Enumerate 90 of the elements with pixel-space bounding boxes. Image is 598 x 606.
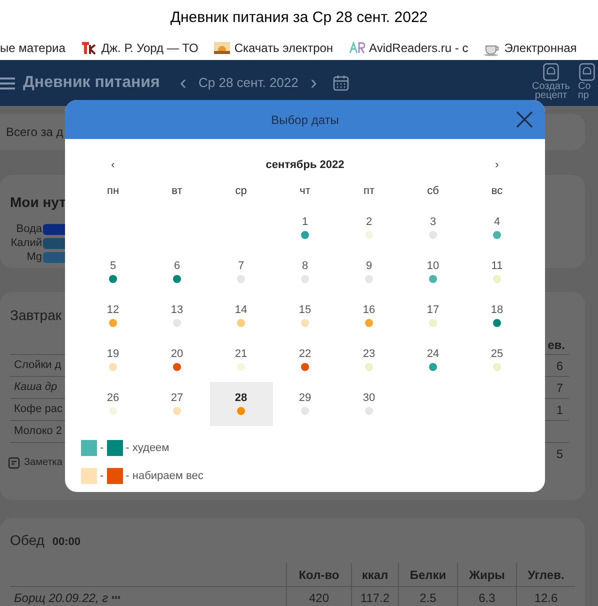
calendar-day[interactable]: 30 <box>338 382 400 426</box>
summary-label: Всего за д <box>6 124 64 141</box>
calendar-day[interactable]: 9 <box>338 250 400 294</box>
column-header: Жиры <box>457 563 516 587</box>
calendar-day[interactable]: 14 <box>210 294 272 338</box>
calendar-day[interactable]: 24 <box>402 338 464 382</box>
table-cell-text: 6 <box>556 358 564 374</box>
calendar-day[interactable]: 21 <box>210 338 272 382</box>
table-cell: 420 <box>286 587 351 606</box>
calendar-day[interactable]: 4 <box>466 206 528 250</box>
column-header: Белки <box>398 563 457 587</box>
table-cell: 6.3 <box>457 587 516 606</box>
calendar-day[interactable]: 25 <box>466 338 528 382</box>
meal-title: Завтрак <box>9 306 62 325</box>
legend-dash: - <box>100 440 104 456</box>
calendar-day[interactable]: 15 <box>274 294 336 338</box>
calendar-day[interactable]: 29 <box>274 382 336 426</box>
app-title: Дневник питания <box>23 73 160 93</box>
weekday-label: пн <box>106 184 120 199</box>
create-button[interactable]: Создать рецепт <box>528 63 574 100</box>
calendar-day[interactable]: 22 <box>274 338 336 382</box>
column-header: Кол-во <box>286 563 351 587</box>
nutrient-label: Вода <box>16 222 42 237</box>
bookmark-icon <box>349 40 366 56</box>
calendar-day[interactable]: 2 <box>338 206 400 250</box>
bookmark-link[interactable]: Электронная <box>504 39 577 57</box>
nutrient-label: Mg <box>26 250 42 265</box>
column-header: Углев. <box>516 563 575 587</box>
previous-day-button[interactable]: ‹ <box>180 73 186 93</box>
calendar-day[interactable]: 7 <box>210 250 272 294</box>
more-icon[interactable] <box>112 596 120 599</box>
chef-hat-icon <box>578 63 596 81</box>
calendar-day[interactable]: 27 <box>146 382 208 426</box>
next-month-button[interactable]: › <box>495 157 499 174</box>
weekday-label: вс <box>491 184 503 199</box>
menu-icon[interactable] <box>0 76 15 90</box>
calendar-day[interactable]: 11 <box>466 250 528 294</box>
calendar-day[interactable]: 1 <box>274 206 336 250</box>
bookmark-link[interactable]: ые материа <box>0 39 66 57</box>
table-cell: 117.2 <box>351 587 398 606</box>
calendar-day[interactable]: 26 <box>82 382 144 426</box>
note-icon <box>8 456 20 468</box>
bookmark-link[interactable]: Дж. Р. Уорд — ТО <box>101 39 198 57</box>
calendar-day[interactable]: 17 <box>402 294 464 338</box>
create-button[interactable]: Со пр <box>578 63 598 100</box>
calendar-day[interactable]: 10 <box>402 250 464 294</box>
calendar-day[interactable]: 12 <box>82 294 144 338</box>
legend-label: - худеем <box>126 440 170 456</box>
calendar-day[interactable]: 3 <box>402 206 464 250</box>
column-header: ев. <box>548 337 565 354</box>
legend-dash: - <box>100 469 104 484</box>
bookmark-link[interactable]: Скачать электрон <box>234 39 334 57</box>
weekday-label: вт <box>172 184 182 199</box>
calendar-day[interactable]: 6 <box>146 250 208 294</box>
card-title: Мои нут <box>10 193 66 212</box>
bookmark-icon <box>81 40 98 56</box>
close-icon[interactable] <box>516 111 533 128</box>
chef-hat-icon <box>542 63 560 81</box>
table-cell: 2.5 <box>398 587 457 606</box>
calendar-icon[interactable] <box>333 75 350 91</box>
calendar-day[interactable]: 8 <box>274 250 336 294</box>
nutrient-label: Калий <box>10 236 42 251</box>
calendar-day[interactable]: 19 <box>82 338 144 382</box>
calendar-day[interactable]: 28 <box>210 382 272 426</box>
next-day-button[interactable]: › <box>310 73 318 93</box>
calendar-day[interactable]: 18 <box>466 294 528 338</box>
table-cell: 12.6 <box>516 587 575 606</box>
weekday-label: сб <box>427 184 439 199</box>
current-date: Ср 28 сент. 2022 <box>198 74 298 92</box>
bookmark-link[interactable]: AvidReaders.ru - с <box>369 39 468 57</box>
bookmark-icon <box>214 40 230 56</box>
window-title: Дневник питания за Ср 28 сент. 2022 <box>169 8 429 28</box>
legend-label: - набираем вес <box>126 469 204 484</box>
meal-time: 00:00 <box>52 535 81 550</box>
table-cell-text: 7 <box>556 380 564 396</box>
dialog-title: Выбор даты <box>271 112 339 128</box>
month-title: сентябрь 2022 <box>266 158 344 173</box>
table-cell-text: 1 <box>556 402 564 418</box>
calendar-day[interactable]: 13 <box>146 294 208 338</box>
calendar-day[interactable]: 20 <box>146 338 208 382</box>
weekday-label: чт <box>300 184 310 199</box>
calendar-day[interactable]: 5 <box>82 250 144 294</box>
weekday-label: пт <box>364 184 374 199</box>
weekday-label: ср <box>235 184 247 199</box>
total-value: 5 <box>556 446 563 463</box>
calendar-day[interactable]: 23 <box>338 338 400 382</box>
column-header: ккал <box>351 563 398 587</box>
meal-title: Обед <box>10 531 44 550</box>
previous-month-button[interactable]: ‹ <box>111 157 115 174</box>
calendar-day[interactable]: 16 <box>338 294 400 338</box>
